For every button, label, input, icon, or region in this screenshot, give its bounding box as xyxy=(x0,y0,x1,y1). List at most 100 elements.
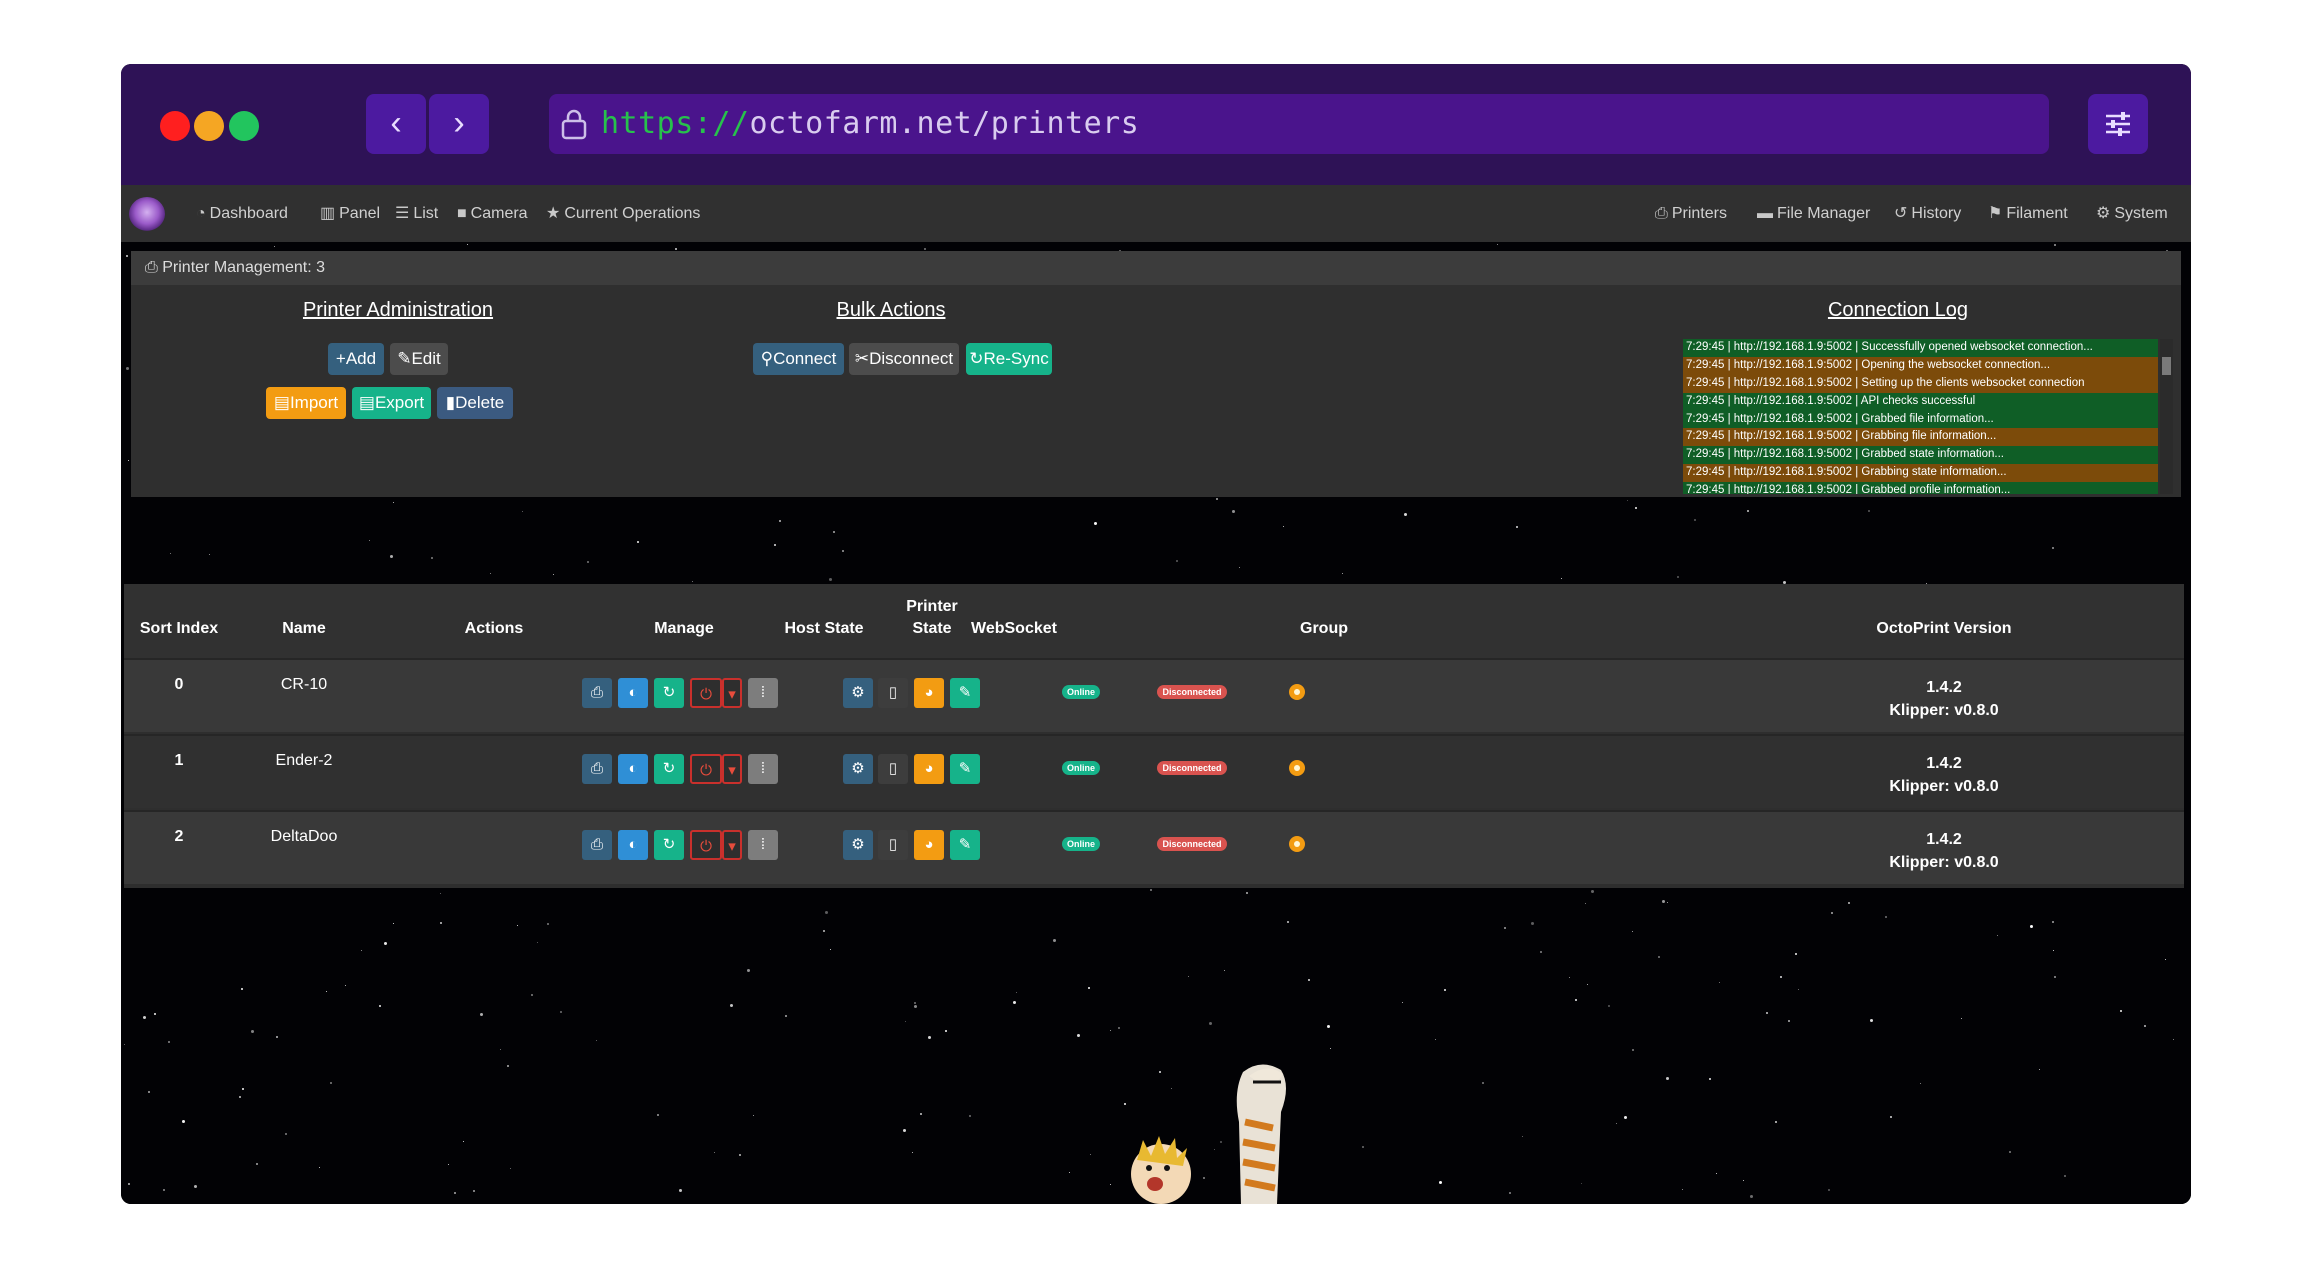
plus-icon: + xyxy=(335,349,346,368)
nav-current-operations[interactable]: ★ Current Operations xyxy=(546,185,700,242)
star xyxy=(2052,921,2054,923)
star xyxy=(1747,510,1749,512)
print-icon: ⎙ xyxy=(590,760,603,777)
star xyxy=(1327,1025,1330,1028)
resync-button[interactable]: ↻Re-Sync xyxy=(966,343,1052,375)
power-button[interactable]: ⏻ xyxy=(690,678,722,708)
maintenance-button[interactable]: ✎ xyxy=(950,830,980,860)
star xyxy=(928,1036,931,1039)
files-button[interactable]: ▯ xyxy=(878,678,908,708)
stats-button[interactable]: ◕ xyxy=(914,754,944,784)
star xyxy=(1750,1195,1753,1198)
sort-index-cell: 1 xyxy=(174,752,184,769)
octofarm-logo[interactable] xyxy=(129,197,165,231)
power-button[interactable]: ⏻ xyxy=(690,830,722,860)
print-button[interactable]: ⎙ xyxy=(582,754,612,784)
octoprint-version-cell: 1.4.2 Klipper: v0.8.0 xyxy=(1844,828,2044,874)
reconnect-button[interactable]: ↻ xyxy=(654,678,684,708)
nav-system[interactable]: ⚙ System xyxy=(2096,185,2168,242)
power-dropdown-button[interactable]: ▾ xyxy=(722,678,742,708)
star xyxy=(239,1096,241,1098)
power-button[interactable]: ⏻ xyxy=(690,754,722,784)
star xyxy=(2120,1010,2122,1012)
nav-panel[interactable]: ▥ Panel xyxy=(320,185,380,242)
star xyxy=(128,1183,130,1185)
log-scrollbar-thumb[interactable] xyxy=(2162,357,2171,375)
power-dropdown-button[interactable]: ▾ xyxy=(722,830,742,860)
power-dropdown-button[interactable]: ▾ xyxy=(722,754,742,784)
control-button[interactable]: ◐ xyxy=(618,754,648,784)
star xyxy=(1176,560,1178,562)
add-button[interactable]: +Add xyxy=(328,343,384,375)
star xyxy=(637,541,639,543)
th-group: Group xyxy=(1300,620,1348,637)
connect-button[interactable]: ⚲Connect xyxy=(753,343,844,375)
maintenance-button[interactable]: ✎ xyxy=(950,678,980,708)
star xyxy=(1608,1005,1610,1007)
print-button[interactable]: ⎙ xyxy=(582,678,612,708)
reconnect-button[interactable]: ↻ xyxy=(654,754,684,784)
address-bar[interactable]: https://octofarm.net/printers xyxy=(549,94,2049,154)
minimize-window-button[interactable] xyxy=(194,111,224,141)
nav-camera[interactable]: ■ Camera xyxy=(457,185,528,242)
printer-management-panel: ⎙ Printer Management: 3 Printer Administ… xyxy=(131,251,2181,497)
star xyxy=(753,1115,754,1116)
stats-button[interactable]: ◕ xyxy=(914,678,944,708)
control-button[interactable]: ◐ xyxy=(618,678,648,708)
edit-button[interactable]: ✎Edit xyxy=(390,343,448,375)
star xyxy=(1232,510,1235,513)
table-row: 1 Ender-2 ⎙ ◐ ↻ ⏻ ▾ ⁞ ⚙ ▯ ◕ ✎ Online Disconnected 1.4.… xyxy=(124,734,2184,808)
nav-file-manager[interactable]: ▬ File Manager xyxy=(1757,185,1870,242)
import-button[interactable]: ▤Import xyxy=(266,387,346,419)
nav-filament[interactable]: ⚑ Filament xyxy=(1988,185,2068,242)
files-button[interactable]: ▯ xyxy=(878,754,908,784)
maintenance-button[interactable]: ✎ xyxy=(950,754,980,784)
star xyxy=(553,574,554,575)
octoprint-version: 1.4.2 xyxy=(1926,831,1962,848)
star xyxy=(143,1016,146,1019)
export-button[interactable]: ▤Export xyxy=(352,387,431,419)
printer-name-cell[interactable]: CR-10 xyxy=(254,676,354,694)
settings-button[interactable]: ⚙ xyxy=(843,678,873,708)
maximize-window-button[interactable] xyxy=(229,111,259,141)
disconnect-button[interactable]: ✂Disconnect xyxy=(849,343,959,375)
star xyxy=(1788,1020,1790,1022)
browser-menu-button[interactable] xyxy=(2088,94,2148,154)
nav-printers[interactable]: ⎙ Printers xyxy=(1655,185,1727,242)
drag-handle[interactable]: ⁞ xyxy=(748,830,778,860)
drag-handle[interactable]: ⁞ xyxy=(748,754,778,784)
settings-button[interactable]: ⚙ xyxy=(843,754,873,784)
printer-name-cell[interactable]: DeltaDoo xyxy=(254,828,354,846)
forward-button[interactable]: › xyxy=(429,94,489,154)
url-text: https://octofarm.net/printers xyxy=(601,106,1140,141)
files-button[interactable]: ▯ xyxy=(878,830,908,860)
nav-history[interactable]: ↺ History xyxy=(1894,185,1961,242)
star xyxy=(1870,1019,1873,1022)
star xyxy=(463,1141,464,1142)
print-button[interactable]: ⎙ xyxy=(582,830,612,860)
star xyxy=(1522,1136,1523,1137)
star xyxy=(326,991,327,992)
star xyxy=(1587,984,1588,985)
close-window-button[interactable] xyxy=(160,111,190,141)
back-button[interactable]: ‹ xyxy=(366,94,426,154)
star xyxy=(1716,1173,1717,1174)
star xyxy=(1694,519,1696,521)
log-scrollbar[interactable] xyxy=(2160,339,2173,494)
delete-button[interactable]: ▮Delete xyxy=(437,387,513,419)
refresh-icon: ↻ xyxy=(662,684,676,701)
star xyxy=(163,1189,165,1191)
nav-dashboard[interactable]: ◔ Dashboard xyxy=(196,185,288,242)
chart-icon: ◕ xyxy=(924,836,934,853)
printer-name-cell[interactable]: Ender-2 xyxy=(254,752,354,770)
sync-icon: ↻ xyxy=(969,349,984,368)
octoprint-version: 1.4.2 xyxy=(1926,679,1962,696)
star xyxy=(1069,1172,1070,1173)
reconnect-button[interactable]: ↻ xyxy=(654,830,684,860)
stats-button[interactable]: ◕ xyxy=(914,830,944,860)
connection-log[interactable]: 7:29:45 | http://192.168.1.9:5002 | Succ… xyxy=(1683,339,2173,494)
settings-button[interactable]: ⚙ xyxy=(843,830,873,860)
nav-list[interactable]: ☰ List xyxy=(395,185,438,242)
control-button[interactable]: ◐ xyxy=(618,830,648,860)
drag-handle[interactable]: ⁞ xyxy=(748,678,778,708)
